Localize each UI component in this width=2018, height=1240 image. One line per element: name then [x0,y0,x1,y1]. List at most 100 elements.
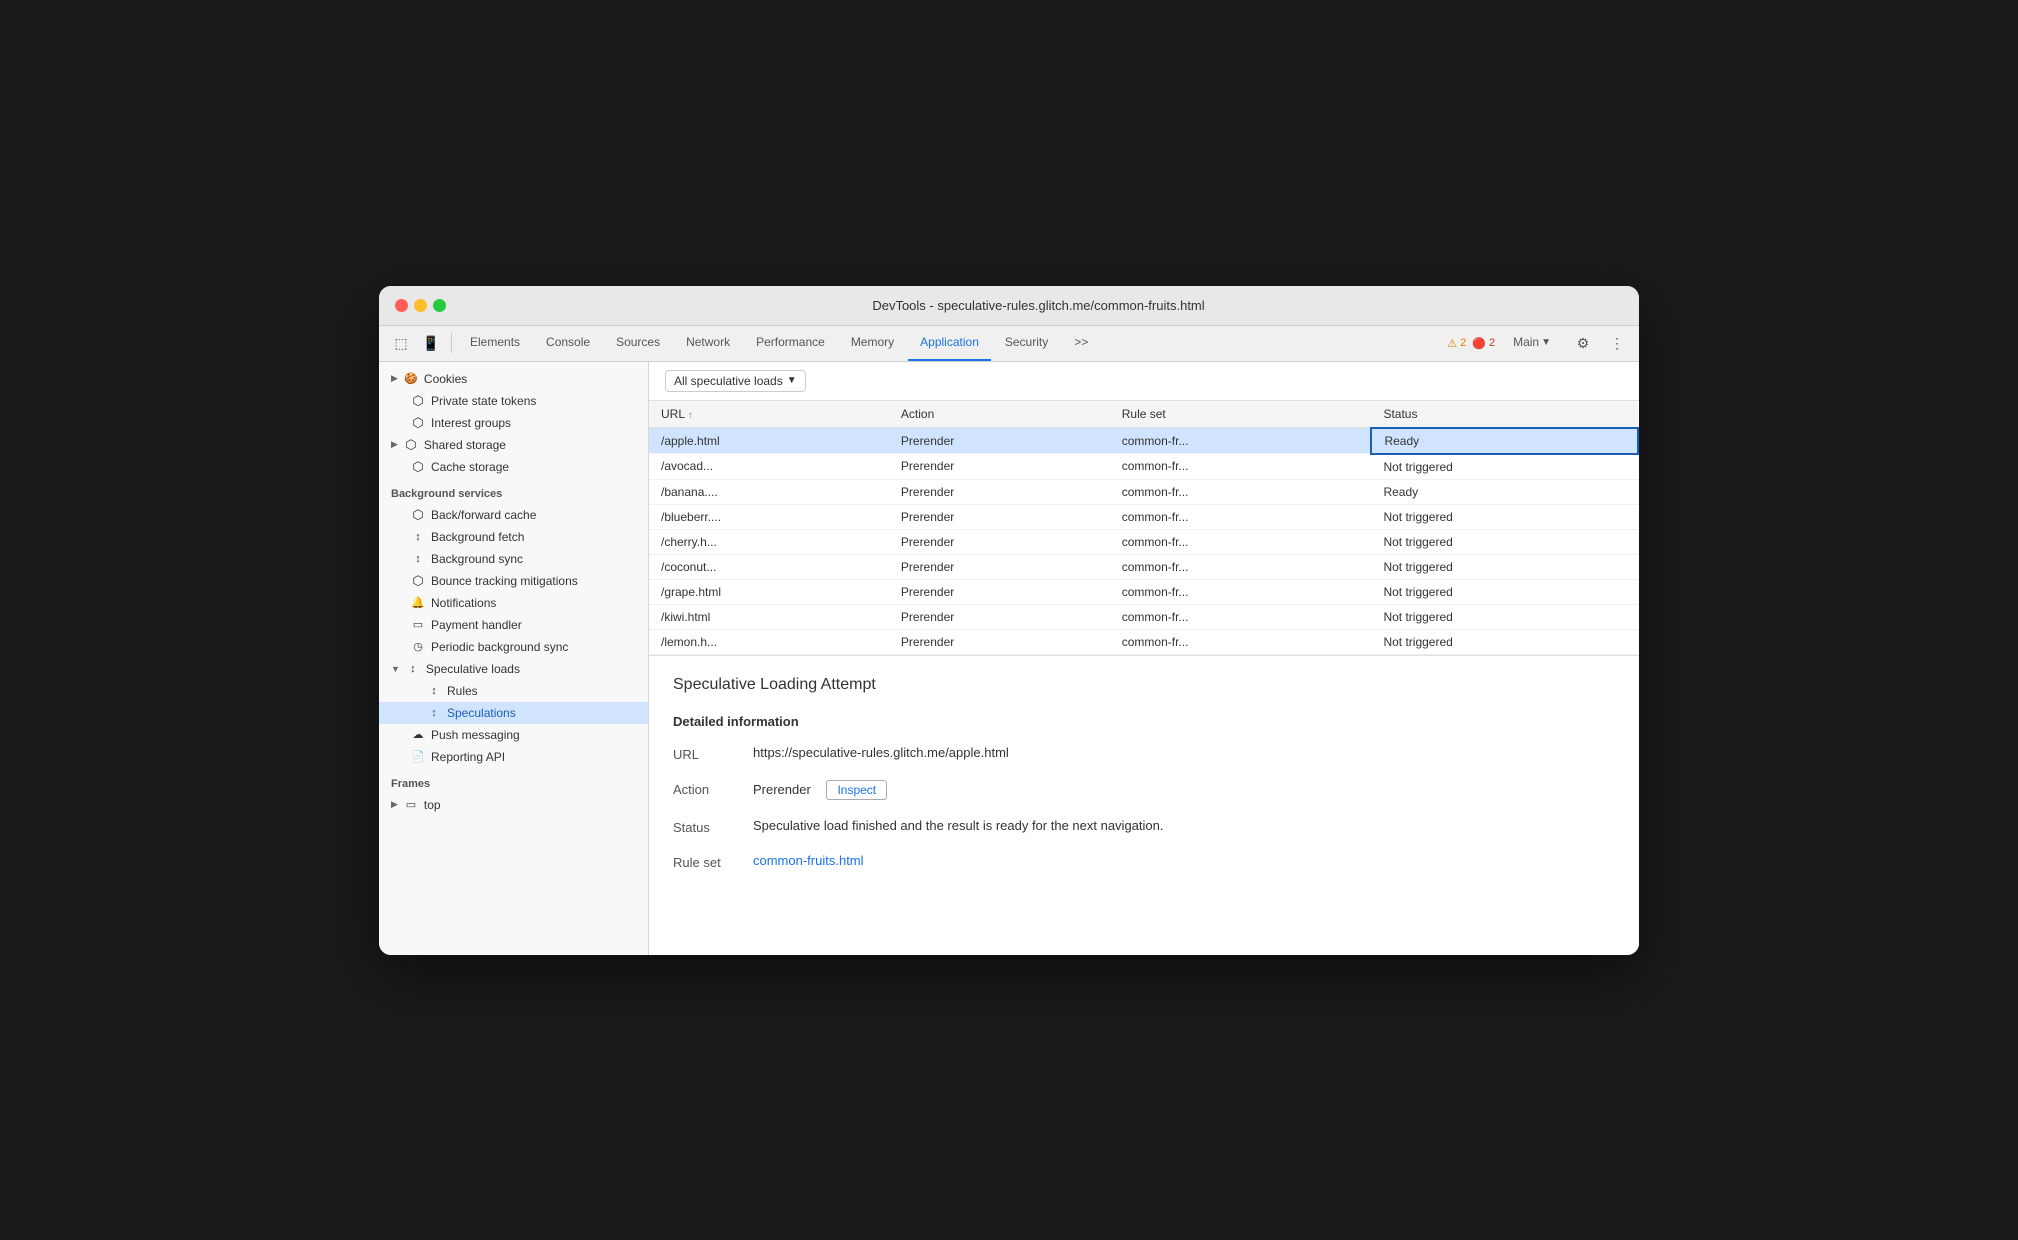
sidebar-item-label: Interest groups [431,416,511,430]
cell-status: Not triggered [1371,454,1638,480]
cell-action: Prerender [889,529,1110,554]
frame-icon: ▭ [404,798,418,812]
sidebar-item-back-forward-cache[interactable]: Back/forward cache [379,504,648,526]
speculations-icon: ↕ [427,706,441,720]
table-row[interactable]: /grape.htmlPrerendercommon-fr...Not trig… [649,579,1638,604]
tab-performance[interactable]: Performance [744,325,837,361]
main-chevron: ▼ [1541,337,1551,348]
tab-network[interactable]: Network [674,325,742,361]
detail-title: Speculative Loading Attempt [673,676,1615,694]
cell-url: /kiwi.html [649,604,889,629]
sidebar-item-payment-handler[interactable]: ▭ Payment handler [379,614,648,636]
chevron-right-icon: ▶ [391,799,398,810]
sidebar-item-shared-storage[interactable]: ▶ Shared storage [379,434,648,456]
sidebar-item-periodic-background-sync[interactable]: ◷ Periodic background sync [379,636,648,658]
sidebar-item-cache-storage[interactable]: Cache storage [379,456,648,478]
tab-application[interactable]: Application [908,325,991,361]
table-header-row: URL Action Rule set Status [649,401,1638,428]
detail-row-ruleset: Rule set common-fruits.html [673,853,1615,870]
sidebar-item-background-sync[interactable]: ↕ Background sync [379,548,648,570]
sidebar-item-interest-groups[interactable]: Interest groups [379,412,648,434]
action-label: Action [673,780,753,797]
table-row[interactable]: /banana....Prerendercommon-fr...Ready [649,479,1638,504]
detail-row-action: Action Prerender Inspect [673,780,1615,800]
sidebar-item-label: Background fetch [431,530,524,544]
sidebar-item-cookies[interactable]: ▶ 🍪 Cookies [379,368,648,390]
table-row[interactable]: /avocad...Prerendercommon-fr...Not trigg… [649,454,1638,480]
cloud-icon: ☁ [411,728,425,742]
device-toggle-icon[interactable]: 📱 [417,329,445,357]
sidebar-item-background-fetch[interactable]: ↕ Background fetch [379,526,648,548]
db-icon [404,438,418,452]
table-row[interactable]: /cherry.h...Prerendercommon-fr...Not tri… [649,529,1638,554]
sidebar-item-bounce-tracking[interactable]: Bounce tracking mitigations [379,570,648,592]
sidebar-item-label: Reporting API [431,750,505,764]
tab-sources[interactable]: Sources [604,325,672,361]
table-row[interactable]: /coconut...Prerendercommon-fr...Not trig… [649,554,1638,579]
cell-ruleset: common-fr... [1110,554,1372,579]
sidebar-item-speculative-loads[interactable]: ▼ ↕ Speculative loads [379,658,648,680]
tab-elements[interactable]: Elements [458,325,532,361]
sidebar-item-label: Cache storage [431,460,509,474]
warnings-count: 2 [1460,337,1466,349]
inspect-button[interactable]: Inspect [826,780,887,800]
cell-url: /lemon.h... [649,629,889,654]
tab-more[interactable]: >> [1062,325,1100,361]
sidebar-item-reporting-api[interactable]: 📄 Reporting API [379,746,648,768]
db-icon [411,394,425,408]
sidebar-item-label: Push messaging [431,728,520,742]
traffic-lights [395,299,446,312]
devtools-window: DevTools - speculative-rules.glitch.me/c… [379,286,1639,955]
filter-chevron-icon: ▼ [787,375,797,386]
close-button[interactable] [395,299,408,312]
devtools-toolbar: ⬚ 📱 Elements Console Sources Network Per… [379,326,1639,362]
cell-url: /avocad... [649,454,889,480]
sidebar-item-label: Shared storage [424,438,506,452]
sidebar-item-push-messaging[interactable]: ☁ Push messaging [379,724,648,746]
cell-url: /cherry.h... [649,529,889,554]
card-icon: ▭ [411,618,425,632]
rules-icon: ↕ [427,684,441,698]
tab-memory[interactable]: Memory [839,325,906,361]
errors-badge[interactable]: 🔴 2 [1472,337,1495,350]
tab-security[interactable]: Security [993,325,1060,361]
maximize-button[interactable] [433,299,446,312]
chevron-down-icon: ▼ [391,664,400,674]
table-row[interactable]: /lemon.h...Prerendercommon-fr...Not trig… [649,629,1638,654]
cell-status: Ready [1371,428,1638,454]
window-title: DevTools - speculative-rules.glitch.me/c… [454,298,1623,313]
table-row[interactable]: /blueberr....Prerendercommon-fr...Not tr… [649,504,1638,529]
minimize-button[interactable] [414,299,427,312]
warn-icon: ⚠ [1447,337,1457,350]
table-row[interactable]: /apple.htmlPrerendercommon-fr...Ready [649,428,1638,454]
more-options-icon[interactable]: ⋮ [1603,329,1631,357]
filter-dropdown[interactable]: All speculative loads ▼ [665,370,806,392]
data-table: URL Action Rule set Status /apple.htmlPr… [649,401,1639,655]
status-label: Status [673,818,753,835]
sidebar-item-rules[interactable]: ↕ Rules [379,680,648,702]
sync-icon: ↕ [411,552,425,566]
cell-status: Not triggered [1371,529,1638,554]
section-background-services: Background services [379,478,648,504]
col-header-url[interactable]: URL [649,401,889,428]
content-toolbar: All speculative loads ▼ [649,362,1639,401]
main-selector[interactable]: Main ▼ [1501,325,1563,361]
warnings-badge[interactable]: ⚠ 2 [1447,337,1466,350]
cell-ruleset: common-fr... [1110,529,1372,554]
clock-icon: ◷ [411,640,425,654]
table-row[interactable]: /kiwi.htmlPrerendercommon-fr...Not trigg… [649,604,1638,629]
speculative-loads-table: URL Action Rule set Status /apple.htmlPr… [649,401,1639,655]
sidebar-item-top-frame[interactable]: ▶ ▭ top [379,794,648,816]
sidebar-item-private-state-tokens[interactable]: Private state tokens [379,390,648,412]
cell-url: /banana.... [649,479,889,504]
tab-console[interactable]: Console [534,325,602,361]
sidebar-item-speculations[interactable]: ↕ Speculations [379,702,648,724]
cell-url: /blueberr.... [649,504,889,529]
ruleset-link[interactable]: common-fruits.html [753,853,864,868]
sidebar-item-notifications[interactable]: 🔔 Notifications [379,592,648,614]
db-icon [411,574,425,588]
settings-icon[interactable]: ⚙ [1569,329,1597,357]
sidebar-item-label: Rules [447,684,478,698]
sidebar-item-label: Periodic background sync [431,640,568,654]
cursor-icon[interactable]: ⬚ [387,329,415,357]
